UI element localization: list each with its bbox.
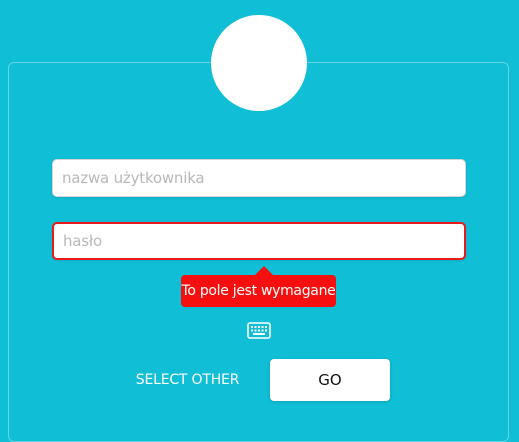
go-button[interactable]: GO [270, 359, 390, 401]
avatar [211, 15, 307, 111]
username-input[interactable] [52, 159, 466, 197]
error-tooltip: To pole jest wymagane [181, 266, 336, 307]
select-other-button[interactable]: SELECT OTHER [130, 359, 245, 401]
password-input[interactable] [52, 222, 466, 260]
keyboard-icon[interactable] [247, 322, 271, 339]
